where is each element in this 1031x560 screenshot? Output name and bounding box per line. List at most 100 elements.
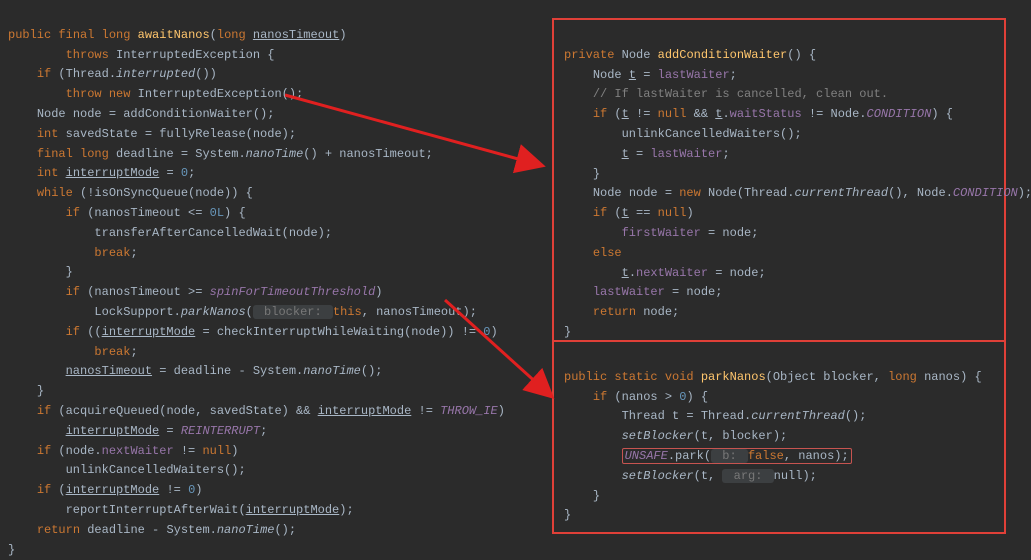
kw: final [58,28,94,42]
comment: // If lastWaiter is cancelled, clean out… [593,87,888,101]
method-name: parkNanos [701,370,766,384]
brace: } [37,384,44,398]
kw: if [37,67,51,81]
text: ); [339,503,353,517]
var: t [622,206,629,220]
kw: private [564,48,614,62]
kw: throws [66,48,109,62]
num: 0 [483,325,490,339]
call: setBlocker [622,469,694,483]
kw: if [66,325,80,339]
call: currentThread [751,409,845,423]
kw: int [37,127,59,141]
text: (nanosTimeout >= [80,285,210,299]
kw: return [37,523,80,537]
kw: long [888,370,917,384]
call: currentThread [794,186,888,200]
var: t [622,266,629,280]
kw: null [658,107,687,121]
num: 0 [181,166,188,180]
kw: throw new [66,87,131,101]
method-name: addConditionWaiter [658,48,788,62]
text: (acquireQueued(node, savedState) && [51,404,317,418]
var: interruptMode [66,166,160,180]
text: ) [686,206,693,220]
field: lastWaiter [593,285,665,299]
text: InterruptedException { [116,48,274,62]
text: deadline - System. [80,523,217,537]
var: interruptMode [66,424,160,438]
text: = deadline - System. [152,364,303,378]
text: (); [274,523,296,537]
const: THROW_IE [440,404,498,418]
text: transferAfterCancelledWait(node); [94,226,332,240]
call: interrupted [116,67,195,81]
var: interruptMode [318,404,412,418]
text: ( [51,483,65,497]
kw: break [94,246,130,260]
kw: if [37,404,51,418]
param: nanosTimeout [253,28,339,42]
text: != Node. [802,107,867,121]
kw: public [8,28,51,42]
call: nanoTime [217,523,275,537]
text: = checkInterruptWhileWaiting(node)) != [195,325,483,339]
text: () + nanosTimeout; [303,147,433,161]
text: != [411,404,440,418]
text: = [159,424,181,438]
brace: } [593,489,600,503]
text: null); [774,469,817,483]
text: (), Node. [888,186,953,200]
kw: new [679,186,701,200]
text: ) [491,325,498,339]
text: Node node = addConditionWaiter(); [37,107,275,121]
kw: if [593,107,607,121]
text: (nanos > [607,390,679,404]
var: t [629,68,636,82]
text: ; [730,68,737,82]
field: UNSAFE [625,449,668,463]
const: REINTERRUPT [181,424,260,438]
text: (nanosTimeout <= [80,206,210,220]
kw: long [102,28,131,42]
var: interruptMode [66,483,160,497]
right-code-block-parkNanos: public static void parkNanos(Object bloc… [552,340,1006,534]
brace: } [593,167,600,181]
text: = node; [665,285,723,299]
var: t [622,147,629,161]
text: ) { [931,107,953,121]
field: firstWaiter [622,226,701,240]
text: (t, [694,469,723,483]
text: ) [231,444,238,458]
text: = node; [701,226,759,240]
text: node; [636,305,679,319]
text: deadline = System. [109,147,246,161]
text: savedState = fullyRelease(node); [58,127,296,141]
text: .park( [668,449,711,463]
right-code-block-addConditionWaiter: private Node addConditionWaiter() { Node… [552,18,1006,351]
text: . [722,107,729,121]
text: ; [722,147,729,161]
param-hint: b: [711,449,748,463]
text: LockSupport. [94,305,180,319]
kw: if [66,206,80,220]
kw: else [593,246,622,260]
text: ) { [686,390,708,404]
kw: final long [37,147,109,161]
text: ; [130,246,137,260]
brace: } [66,265,73,279]
text: , nanosTimeout); [362,305,477,319]
text: = [636,68,658,82]
text [694,370,701,384]
num: 0L [210,206,224,220]
kw: null [202,444,231,458]
param-hint: arg: [722,469,773,483]
text: () { [787,48,816,62]
text: != [159,483,188,497]
text: (t, blocker); [694,429,788,443]
text: Node [593,68,629,82]
text: , nanos); [784,449,849,463]
brace: } [564,508,571,522]
field: lastWaiter [650,147,722,161]
field: spinForTimeoutThreshold [210,285,376,299]
